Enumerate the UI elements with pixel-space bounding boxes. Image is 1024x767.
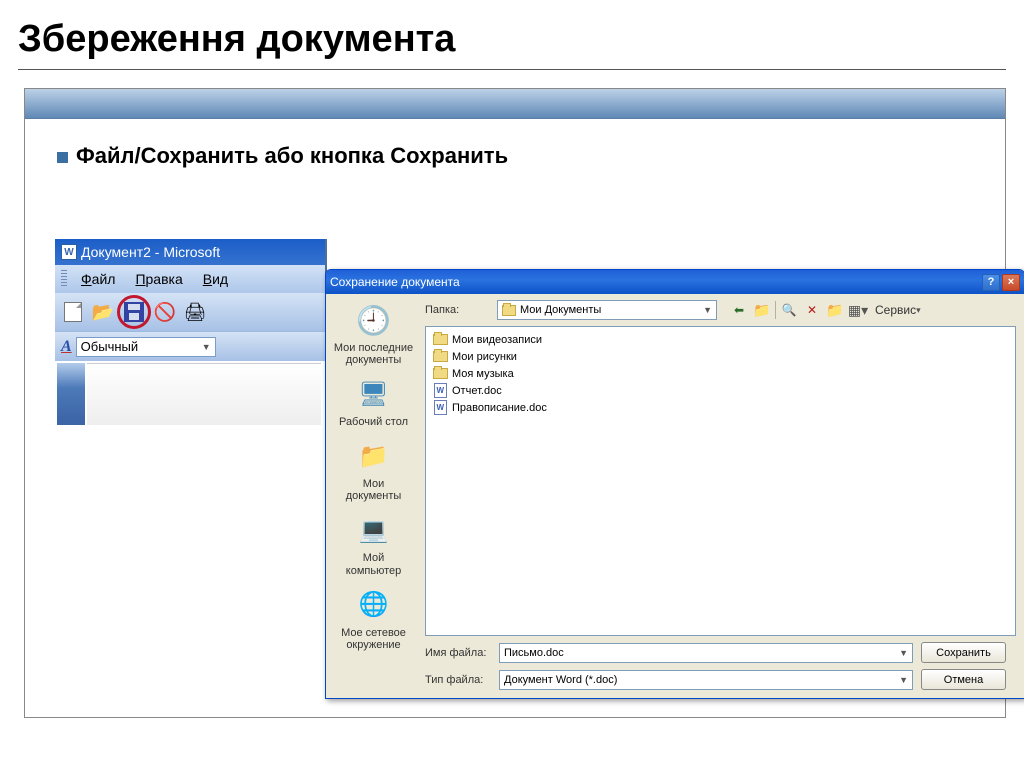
slide-container: Файл/Сохранить або кнопка Сохранить W До… <box>24 88 1006 718</box>
views-button[interactable]: ▦▾ <box>848 300 868 320</box>
chevron-down-icon: ▼ <box>703 305 712 315</box>
filename-value: Письмо.doc <box>504 647 564 659</box>
filetype-value: Документ Word (*.doc) <box>504 674 617 686</box>
dialog-main: Папка: Мои Документы ▼ ⬅ 📁 🔍 ✕ 📁 ▦▾ <box>421 294 1024 698</box>
delete-button[interactable]: ✕ <box>802 300 822 320</box>
slide-title: Збереження документа <box>0 0 1024 67</box>
list-item[interactable]: Моя музыка <box>432 365 1009 382</box>
bullet-text: Файл/Сохранить або кнопка Сохранить <box>76 143 508 169</box>
grip-icon[interactable] <box>61 270 67 288</box>
back-button[interactable]: ⬅ <box>729 300 749 320</box>
search-button[interactable]: 🔍 <box>779 300 799 320</box>
lookin-label: Папка: <box>425 304 491 316</box>
filename-label: Имя файла: <box>425 647 491 659</box>
list-item[interactable]: Мои видеозаписи <box>432 331 1009 348</box>
my-computer-icon: 💻 <box>357 514 391 548</box>
dialog-titlebar[interactable]: Сохранение документа ? × <box>326 270 1024 294</box>
place-my-docs[interactable]: 📁 Мои документы <box>332 436 416 508</box>
file-name: Мои рисунки <box>452 351 517 363</box>
close-button[interactable]: × <box>1002 274 1020 291</box>
place-my-computer[interactable]: 💻 Мой компьютер <box>332 510 416 582</box>
list-item[interactable]: Мои рисунки <box>432 348 1009 365</box>
my-docs-icon: 📁 <box>357 440 391 474</box>
lookin-value: Мои Документы <box>520 304 699 316</box>
cancel-button-label: Отмена <box>944 674 983 686</box>
chevron-down-icon: ▼ <box>202 342 211 352</box>
place-label: Рабочий стол <box>339 416 408 428</box>
filename-input[interactable]: Письмо.doc ▼ <box>499 643 913 663</box>
word-toolbar: 📂 🚫 🖨 <box>55 293 325 331</box>
place-label: Мой компьютер <box>334 552 414 576</box>
cancel-button[interactable]: Отмена <box>921 669 1006 690</box>
network-icon: 🌐 <box>357 589 391 623</box>
place-recent[interactable]: 🕘 Мои последние документы <box>332 300 416 372</box>
open-button[interactable]: 📂 <box>91 300 115 324</box>
file-list[interactable]: Мои видеозаписи Мои рисунки Моя музыка О… <box>425 326 1016 636</box>
dialog-toolbar: ⬅ 📁 🔍 ✕ 📁 ▦▾ Сервис <box>729 300 925 320</box>
recent-icon: 🕘 <box>357 304 391 338</box>
file-name: Правописание.doc <box>452 402 547 414</box>
title-underline <box>18 69 1006 70</box>
file-name: Моя музыка <box>452 368 514 380</box>
word-titlebar[interactable]: W Документ2 - Microsoft <box>55 239 325 265</box>
help-button[interactable]: ? <box>982 274 1000 291</box>
new-doc-button[interactable] <box>61 300 85 324</box>
save-dialog: Сохранение документа ? × 🕘 Мои последние… <box>325 269 1024 699</box>
tools-dropdown[interactable]: Сервис <box>871 300 925 320</box>
chevron-down-icon: ▼ <box>899 675 908 685</box>
bottom-controls: Имя файла: Письмо.doc ▼ Сохранить Тип фа… <box>425 642 1016 690</box>
place-label: Мое сетевое окружение <box>334 627 414 651</box>
filetype-combo[interactable]: Документ Word (*.doc) ▼ <box>499 670 913 690</box>
folder-icon <box>502 305 516 316</box>
place-label: Мои документы <box>334 478 414 502</box>
file-name: Отчет.doc <box>452 385 502 397</box>
place-label: Мои последние документы <box>334 342 414 366</box>
filetype-label: Тип файла: <box>425 674 491 686</box>
place-desktop[interactable]: 🖥 Рабочий стол <box>332 374 416 434</box>
place-network[interactable]: 🌐 Мое сетевое окружение <box>332 585 416 657</box>
chevron-down-icon: ▼ <box>899 648 908 658</box>
style-combo[interactable]: Обычный ▼ <box>76 337 216 357</box>
desktop-icon: 🖥 <box>357 378 391 412</box>
folder-icon <box>432 333 448 347</box>
word-window: W Документ2 - Microsoft Файл Правка Вид … <box>55 239 327 435</box>
save-button-highlight <box>117 295 151 329</box>
menu-view[interactable]: Вид <box>193 268 238 290</box>
menu-edit[interactable]: Правка <box>125 268 192 290</box>
style-a-icon[interactable]: A <box>61 338 72 356</box>
save-button[interactable]: Сохранить <box>921 642 1006 663</box>
up-one-level-button[interactable]: 📁 <box>752 300 772 320</box>
word-app-icon: W <box>61 244 77 260</box>
word-ruler-area <box>55 361 325 429</box>
menu-file[interactable]: Файл <box>71 268 125 290</box>
dialog-title: Сохранение документа <box>330 275 460 289</box>
save-button-label: Сохранить <box>936 647 991 659</box>
word-stylebar: A Обычный ▼ <box>55 331 325 361</box>
save-button[interactable] <box>122 300 146 324</box>
dialog-body: 🕘 Мои последние документы 🖥 Рабочий стол… <box>326 294 1024 698</box>
bullet-icon <box>57 152 68 163</box>
print-button[interactable]: 🖨 <box>183 300 207 324</box>
new-folder-button[interactable]: 📁 <box>825 300 845 320</box>
file-name: Мои видеозаписи <box>452 334 542 346</box>
separator <box>775 301 776 319</box>
lookin-row: Папка: Мои Документы ▼ ⬅ 📁 🔍 ✕ 📁 ▦▾ <box>425 300 1016 320</box>
folder-icon <box>432 350 448 364</box>
folder-icon <box>432 367 448 381</box>
word-title: Документ2 - Microsoft <box>81 244 220 260</box>
lookin-combo[interactable]: Мои Документы ▼ <box>497 300 717 320</box>
bullet-row: Файл/Сохранить або кнопка Сохранить <box>25 119 1005 179</box>
list-item[interactable]: Отчет.doc <box>432 382 1009 399</box>
word-doc-icon <box>432 384 448 398</box>
permission-button[interactable]: 🚫 <box>153 300 177 324</box>
list-item[interactable]: Правописание.doc <box>432 399 1009 416</box>
places-bar: 🕘 Мои последние документы 🖥 Рабочий стол… <box>326 294 421 698</box>
style-combo-value: Обычный <box>81 339 138 354</box>
slide-top-bar <box>25 89 1005 119</box>
word-doc-icon <box>432 401 448 415</box>
word-menubar: Файл Правка Вид <box>55 265 325 293</box>
